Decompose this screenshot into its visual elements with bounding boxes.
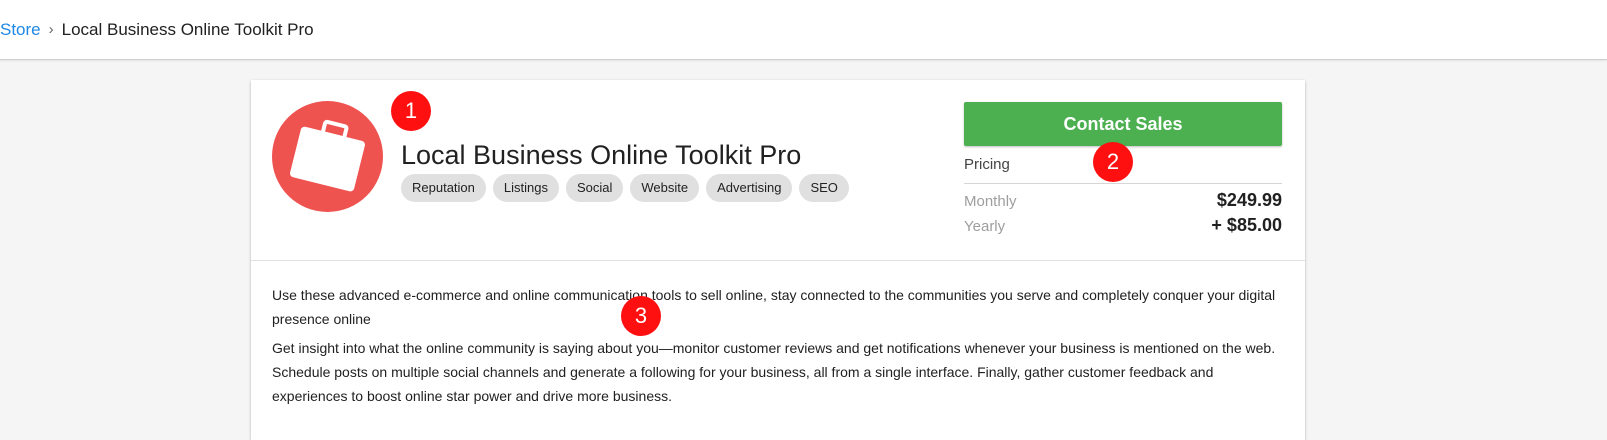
breadcrumb-separator: ›	[48, 21, 54, 38]
tag-social[interactable]: Social	[565, 174, 624, 202]
price-row-monthly: Monthly $249.99	[964, 190, 1282, 211]
price-row-yearly: Yearly + $85.00	[964, 215, 1282, 236]
price-value-monthly: $249.99	[1216, 190, 1282, 210]
annotation-marker-2: 2	[1093, 142, 1133, 182]
breadcrumb-store-link[interactable]: Store	[0, 19, 41, 41]
tag-seo[interactable]: SEO	[799, 174, 849, 202]
tag-listings[interactable]: Listings	[492, 174, 559, 202]
price-name-monthly: Monthly	[964, 193, 1017, 210]
product-card: Local Business Online Toolkit Pro Reputa…	[251, 80, 1305, 440]
tag-list: Reputation Listings Social Website Adver…	[401, 174, 856, 202]
contact-sales-button[interactable]: Contact Sales	[964, 102, 1282, 146]
product-logo	[272, 101, 383, 212]
description-paragraph: Use these advanced e-commerce and online…	[272, 287, 1276, 327]
pricing-label: Pricing	[964, 156, 1010, 173]
product-title: Local Business Online Toolkit Pro	[401, 140, 802, 170]
briefcase-icon	[290, 119, 365, 192]
tag-reputation[interactable]: Reputation	[401, 174, 486, 202]
price-value-yearly: + $85.00	[1211, 215, 1282, 235]
annotation-marker-3: 3	[621, 296, 661, 336]
product-description: Use these advanced e-commerce and online…	[272, 283, 1284, 413]
price-name-yearly: Yearly	[964, 218, 1006, 235]
top-bar: Store › Local Business Online Toolkit Pr…	[0, 0, 1607, 60]
breadcrumb-current: Local Business Online Toolkit Pro	[61, 20, 314, 39]
tag-advertising[interactable]: Advertising	[706, 174, 793, 202]
annotation-marker-1: 1	[391, 91, 431, 131]
tag-website[interactable]: Website	[630, 174, 700, 202]
breadcrumb: Store › Local Business Online Toolkit Pr…	[0, 19, 314, 41]
pricing-divider	[964, 183, 1282, 184]
description-paragraph: Get insight into what the online communi…	[272, 340, 1276, 404]
